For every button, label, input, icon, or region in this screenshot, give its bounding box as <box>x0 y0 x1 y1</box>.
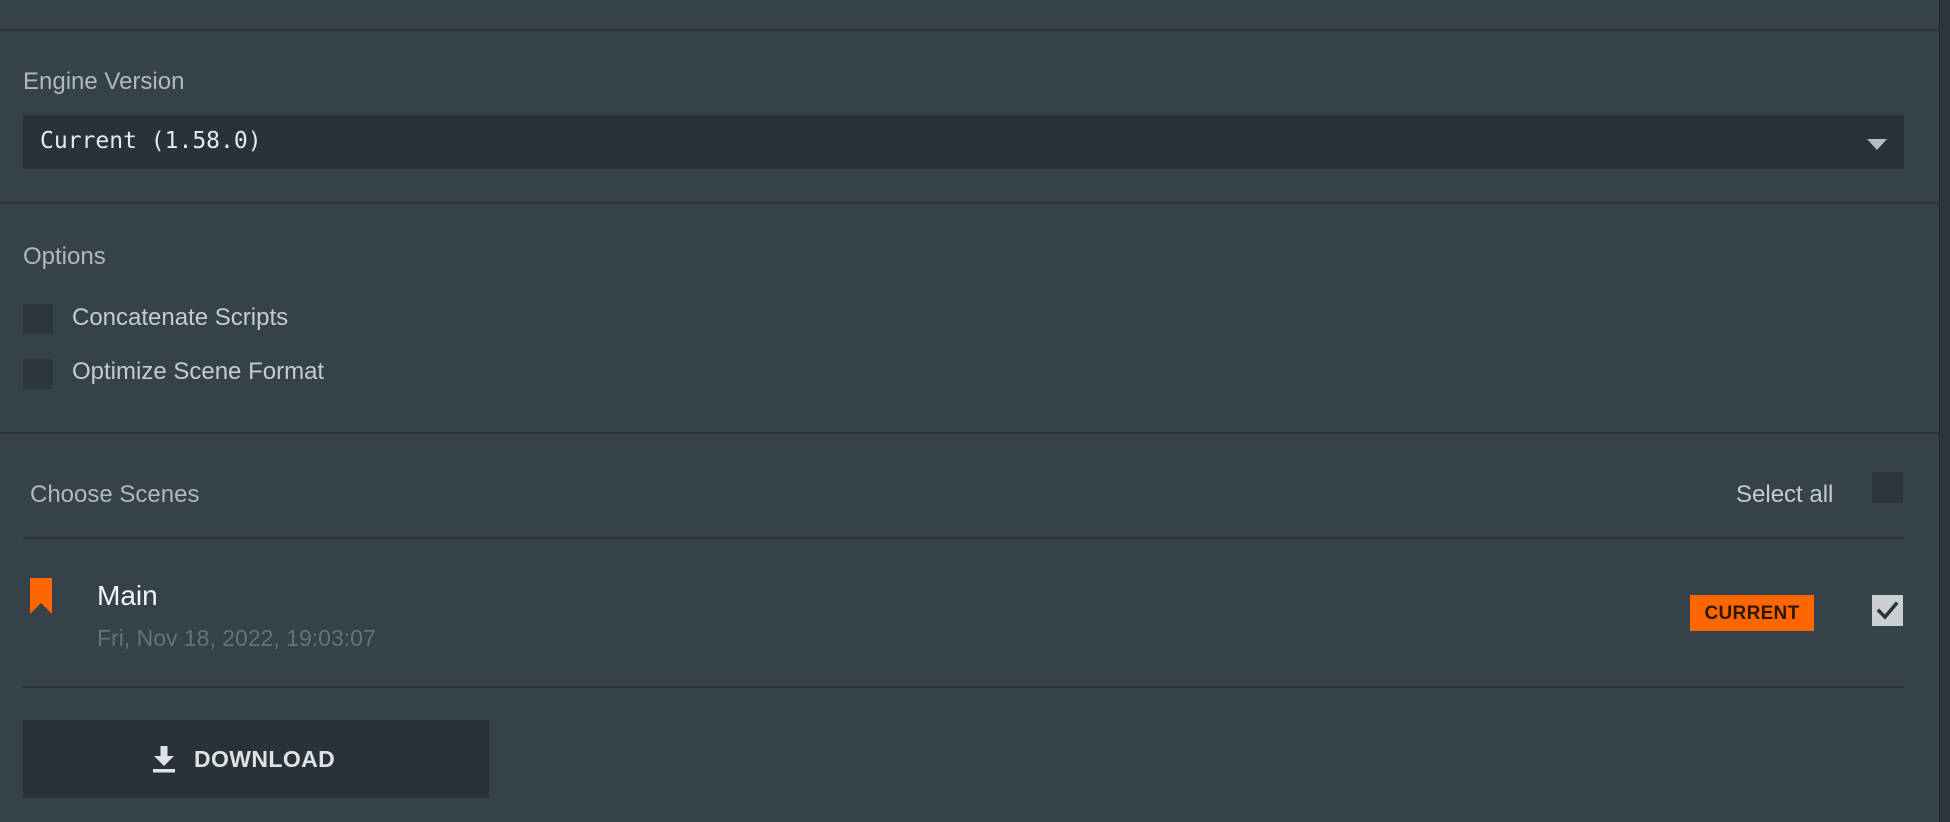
download-button[interactable]: DOWNLOAD <box>23 720 489 798</box>
concatenate-scripts-label: Concatenate Scripts <box>72 304 289 331</box>
concatenate-scripts-checkbox[interactable] <box>23 304 53 334</box>
options-label: Options <box>23 243 106 270</box>
caret-down-icon <box>1867 139 1887 150</box>
scene-name: Main <box>97 580 158 611</box>
select-all-label: Select all <box>1736 481 1834 508</box>
publish-panel: Engine Version Current (1.58.0) Options … <box>0 0 1950 822</box>
divider <box>23 686 1904 688</box>
select-all-checkbox[interactable] <box>1872 472 1903 503</box>
choose-scenes-label: Choose Scenes <box>30 481 200 508</box>
optimize-scene-format-label: Optimize Scene Format <box>72 358 325 385</box>
engine-version-select[interactable]: Current (1.58.0) <box>23 115 1904 169</box>
divider <box>0 432 1940 434</box>
current-badge: CURRENT <box>1690 595 1814 631</box>
download-icon <box>153 746 175 773</box>
divider <box>0 29 1940 31</box>
optimize-scene-format-checkbox[interactable] <box>23 359 53 389</box>
scene-checkbox[interactable] <box>1872 595 1903 626</box>
scrollbar-track[interactable] <box>1939 0 1950 822</box>
checkmark-icon <box>1876 601 1899 620</box>
engine-version-label: Engine Version <box>23 68 185 95</box>
divider <box>23 537 1904 539</box>
scene-date: Fri, Nov 18, 2022, 19:03:07 <box>97 625 376 651</box>
engine-version-value: Current (1.58.0) <box>40 128 262 154</box>
download-label: DOWNLOAD <box>194 745 336 772</box>
divider <box>0 202 1940 204</box>
bookmark-icon <box>30 578 52 614</box>
